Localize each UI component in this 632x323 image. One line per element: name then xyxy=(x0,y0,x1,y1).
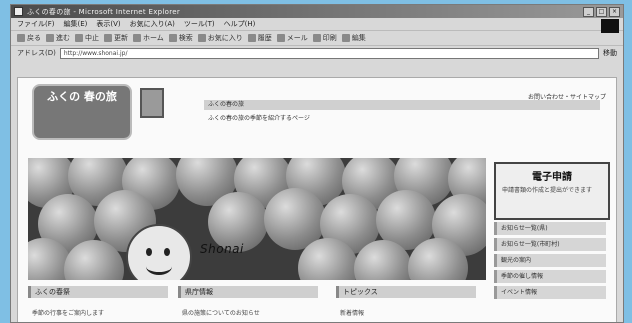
hero-caption: Shonai xyxy=(200,242,244,256)
side-link[interactable]: イベント情報 xyxy=(494,286,606,299)
back-arrow-icon xyxy=(17,34,25,42)
side-link[interactable]: 季節の催し情報 xyxy=(494,270,606,283)
back-button[interactable]: 戻る xyxy=(17,33,41,43)
search-button[interactable]: 検索 xyxy=(168,33,193,43)
e-application-title: 電子申請 xyxy=(532,172,572,183)
section-heading[interactable]: ふくの春祭 xyxy=(28,286,168,298)
browser-window: ふくの春の旅 - Microsoft Internet Explorer _ □… xyxy=(10,4,624,323)
menu-favorites[interactable]: お気に入り(A) xyxy=(130,19,175,29)
printer-icon xyxy=(312,34,321,42)
section-festival: ふくの春祭 季節の行事をご案内します xyxy=(28,286,168,317)
mail-button[interactable]: メール xyxy=(276,33,308,43)
badge-icon xyxy=(140,88,164,118)
section-topics: トピックス 新着情報 xyxy=(336,286,476,317)
star-icon xyxy=(197,34,206,42)
minimize-button[interactable]: _ xyxy=(583,6,594,17)
section-text: 新着情報 xyxy=(340,310,365,317)
go-button[interactable]: 移動 xyxy=(603,48,617,58)
forward-arrow-icon xyxy=(46,34,54,42)
forward-button[interactable]: 進む xyxy=(46,33,70,43)
section-prefecture: 県庁情報 県の施策についてのお知らせ xyxy=(178,286,318,317)
mail-icon xyxy=(276,34,285,42)
print-button[interactable]: 印刷 xyxy=(312,33,337,43)
section-heading[interactable]: 県庁情報 xyxy=(178,286,318,298)
close-button[interactable]: × xyxy=(609,6,620,17)
edit-icon xyxy=(341,34,350,42)
window-title: ふくの春の旅 - Microsoft Internet Explorer xyxy=(27,7,181,16)
menu-tools[interactable]: ツール(T) xyxy=(184,19,215,29)
maximize-button[interactable]: □ xyxy=(596,6,607,17)
mascot-face-icon xyxy=(126,224,192,280)
address-bar: アドレス(D) http://www.shonai.jp/ 移動 xyxy=(11,45,623,60)
toolbar: 戻る 進む 中止 更新 ホーム 検索 お気に入り 履歴 メール 印刷 編集 xyxy=(11,30,623,45)
header-info: ふくの春の旅 ふくの春の旅の季節を紹介するページ xyxy=(204,100,600,128)
address-label: アドレス(D) xyxy=(17,49,56,57)
refresh-button[interactable]: 更新 xyxy=(104,33,128,43)
menu-file[interactable]: ファイル(F) xyxy=(17,19,55,29)
hero-banner: Shonai xyxy=(28,158,486,280)
history-button[interactable]: 履歴 xyxy=(247,33,272,43)
e-application-banner[interactable]: 電子申請 申請書類の作成と提出ができます xyxy=(494,162,610,220)
menu-edit[interactable]: 編集(E) xyxy=(64,19,88,29)
stop-button[interactable]: 中止 xyxy=(75,33,99,43)
home-button[interactable]: ホーム xyxy=(133,33,164,43)
site-logo[interactable]: ふくの 春の旅 xyxy=(32,84,132,140)
side-link[interactable]: お知らせ一覧(市町村) xyxy=(494,238,606,251)
side-link[interactable]: お知らせ一覧(県) xyxy=(494,222,606,235)
section-text: 県の施策についてのお知らせ xyxy=(182,310,260,317)
header-line-1: ふくの春の旅 xyxy=(204,100,600,110)
home-icon xyxy=(133,34,141,42)
favorites-button[interactable]: お気に入り xyxy=(197,33,243,43)
search-icon xyxy=(168,34,177,42)
stop-icon xyxy=(75,34,83,42)
menu-view[interactable]: 表示(V) xyxy=(96,19,120,29)
side-link[interactable]: 観光の案内 xyxy=(494,254,606,267)
edit-button[interactable]: 編集 xyxy=(341,33,366,43)
browser-icon xyxy=(14,7,23,16)
menu-bar: ファイル(F) 編集(E) 表示(V) お気に入り(A) ツール(T) ヘルプ(… xyxy=(11,18,623,33)
refresh-icon xyxy=(104,34,112,42)
web-page: ふくの 春の旅 お問い合わせ・サイトマップ ふくの春の旅 ふくの春の旅の季節を紹… xyxy=(17,77,617,322)
section-text: 季節の行事をご案内します xyxy=(32,310,105,317)
history-icon xyxy=(247,34,256,42)
header-line-2: ふくの春の旅の季節を紹介するページ xyxy=(208,115,310,122)
section-heading[interactable]: トピックス xyxy=(336,286,476,298)
menu-help[interactable]: ヘルプ(H) xyxy=(224,19,256,29)
e-application-text: 申請書類の作成と提出ができます xyxy=(502,187,593,194)
windows-logo-icon xyxy=(601,19,619,33)
title-bar: ふくの春の旅 - Microsoft Internet Explorer _ □… xyxy=(11,5,623,18)
address-input[interactable]: http://www.shonai.jp/ xyxy=(59,47,599,59)
side-link-list: お知らせ一覧(県) お知らせ一覧(市町村) 観光の案内 季節の催し情報 イベント… xyxy=(494,222,606,302)
